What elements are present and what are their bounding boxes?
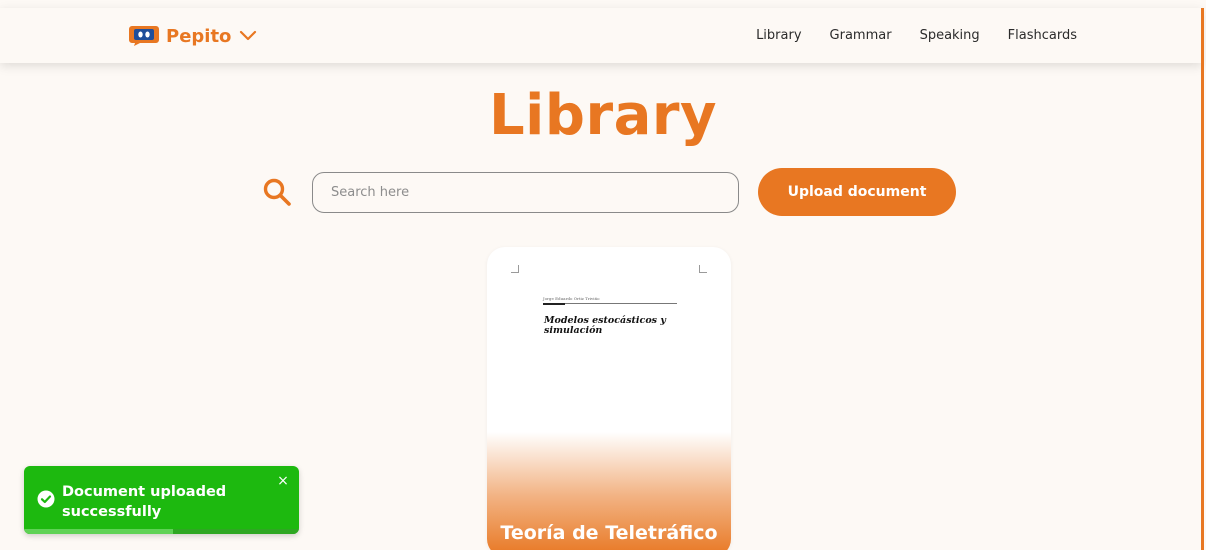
- document-preview-heading: Modelos estocásticos y simulación: [544, 315, 666, 336]
- crop-mark: [699, 265, 707, 273]
- toast-close-button[interactable]: ×: [275, 473, 291, 489]
- library-page: Pepito Library Grammar Speaking Flashcar…: [0, 0, 1206, 550]
- check-circle-icon: [37, 490, 55, 508]
- toast-progress-bar: [24, 529, 173, 534]
- toast-progress-track: [24, 529, 299, 534]
- nav-link-flashcards[interactable]: Flashcards: [1008, 28, 1077, 43]
- search-input[interactable]: [312, 172, 739, 213]
- document-card[interactable]: Jorge Eduardo Ortiz Triviño Modelos esto…: [487, 247, 731, 550]
- brand-name: Pepito: [166, 25, 232, 47]
- toast-message: Document uploaded successfully: [62, 484, 227, 520]
- search-icon[interactable]: [262, 177, 292, 207]
- document-preview-rule-accent: [543, 303, 565, 305]
- chevron-down-icon: [240, 30, 257, 41]
- nav-link-library[interactable]: Library: [756, 28, 801, 43]
- nav-link-speaking[interactable]: Speaking: [920, 28, 980, 43]
- pepito-logo-icon: [129, 26, 159, 46]
- page-edge-divider: [1201, 8, 1204, 550]
- crop-mark: [511, 265, 519, 273]
- brand-menu[interactable]: Pepito: [128, 22, 257, 50]
- document-title: Teoría de Teletráfico: [500, 522, 718, 544]
- upload-document-button[interactable]: Upload document: [758, 168, 956, 216]
- nav-link-grammar[interactable]: Grammar: [830, 28, 892, 43]
- main-nav: Library Grammar Speaking Flashcards: [756, 8, 1077, 63]
- page-title: Library: [489, 83, 717, 148]
- document-preview-author: Jorge Eduardo Ortiz Triviño: [543, 296, 600, 301]
- success-toast: Document uploaded successfully ×: [24, 466, 299, 534]
- top-navbar: Pepito Library Grammar Speaking Flashcar…: [0, 8, 1202, 63]
